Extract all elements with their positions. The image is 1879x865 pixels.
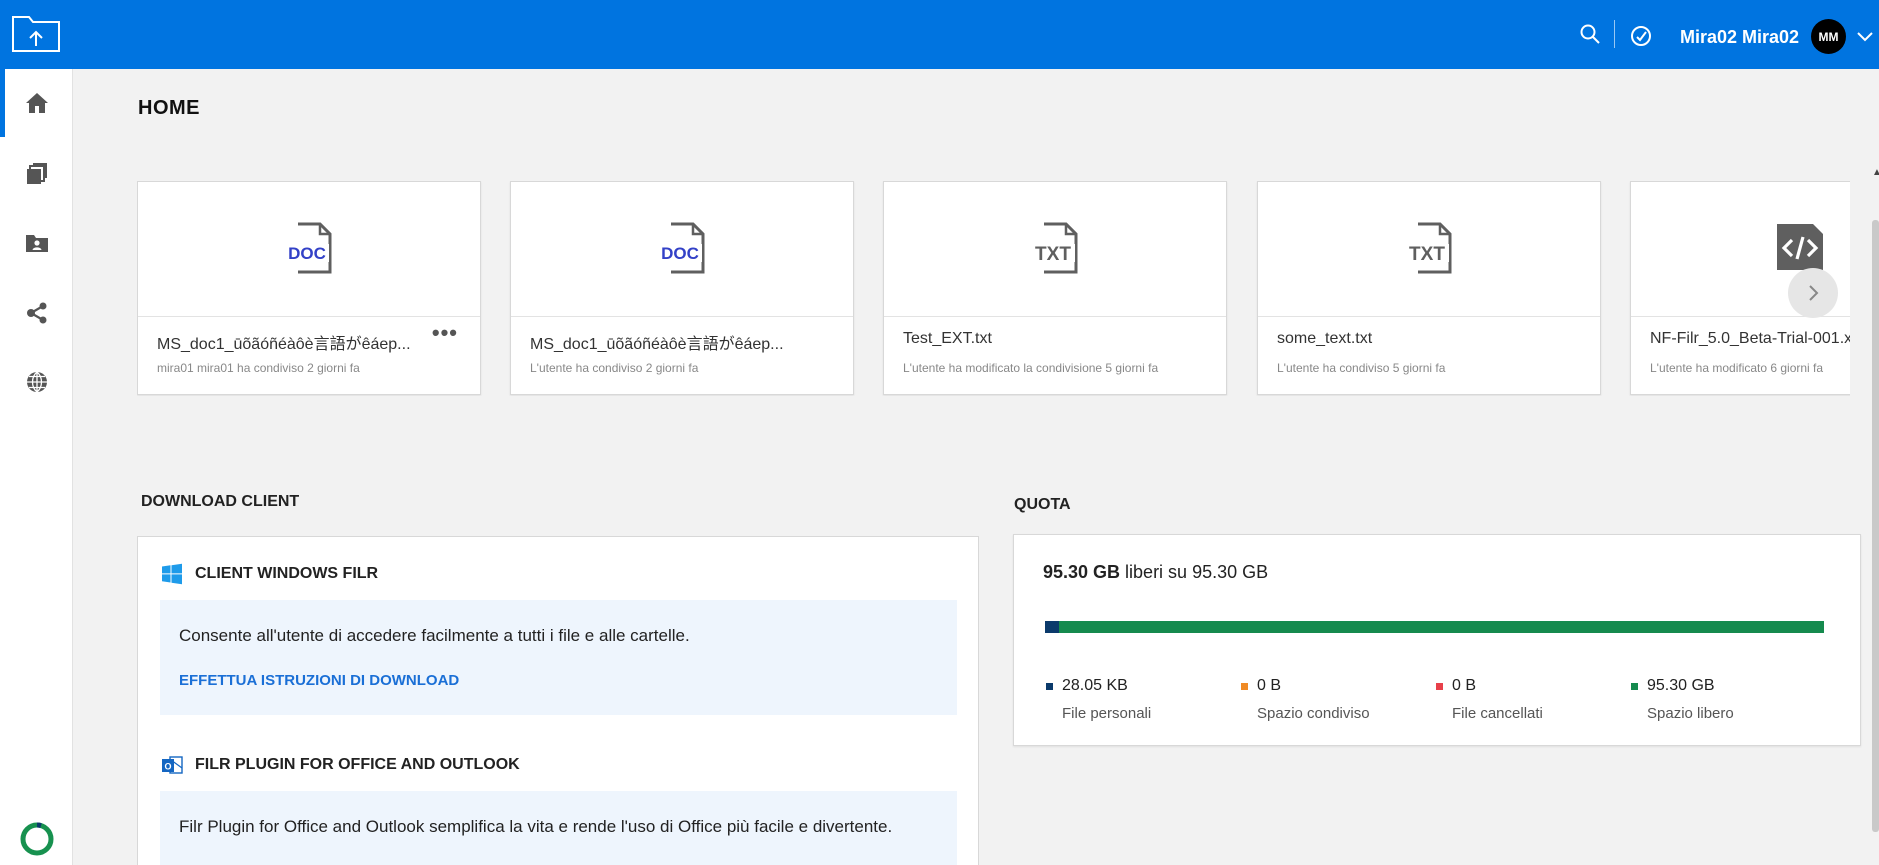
scroll-up-arrow-icon[interactable]: ▲ xyxy=(1872,167,1879,178)
user-name[interactable]: Mira02 Mira02 xyxy=(1680,27,1799,48)
txt-file-icon: TXT xyxy=(1031,222,1078,274)
filr-logo-icon[interactable] xyxy=(11,13,61,53)
legend-label: File personali xyxy=(1062,705,1152,722)
file-thumbnail: TXT xyxy=(884,182,1226,317)
file-meta: L'utente ha modificato la condivisione 5… xyxy=(903,361,1159,375)
file-card[interactable]: TXT Test_EXT.txt L'utente ha modificato … xyxy=(883,181,1227,395)
quota-total-text: liberi su 95.30 GB xyxy=(1120,562,1269,582)
status-ring-icon[interactable] xyxy=(20,822,54,856)
download-client-title: DOWNLOAD CLIENT xyxy=(141,493,300,510)
quota-legend-personal: 28.05 KB File personali xyxy=(1046,677,1151,722)
quota-panel: 95.30 GB liberi su 95.30 GB 28.05 KB Fil… xyxy=(1013,534,1861,746)
legend-label: Spazio condiviso xyxy=(1257,705,1370,722)
legend-swatch xyxy=(1241,682,1248,690)
windows-icon xyxy=(162,563,182,585)
file-name[interactable]: some_text.txt xyxy=(1277,330,1540,348)
file-card[interactable]: TXT some_text.txt L'utente ha condiviso … xyxy=(1257,181,1601,395)
legend-swatch xyxy=(1631,682,1638,690)
globe-icon xyxy=(26,371,47,393)
page-title: HOME xyxy=(138,97,200,119)
sidebar-item-files[interactable] xyxy=(0,143,73,203)
quota-segment-personal xyxy=(1045,621,1060,633)
file-thumbnail: DOC xyxy=(511,182,853,317)
sidebar-item-my-files[interactable] xyxy=(0,213,73,273)
txt-icon-text: TXT xyxy=(1035,244,1071,265)
file-name[interactable]: NF-Filr_5.0_Beta-Trial-001.xml xyxy=(1650,330,1850,348)
legend-value: 28.05 KB xyxy=(1062,677,1128,694)
sidebar-item-net-folders[interactable] xyxy=(0,352,73,412)
recent-files-carousel: DOC MS_doc1_ūõãóñéàôè言語がêáep... ••• mira… xyxy=(137,181,1850,396)
quota-usage-bar xyxy=(1045,621,1824,633)
chevron-right-icon xyxy=(1809,285,1819,301)
doc-icon-text: DOC xyxy=(661,244,699,263)
txt-icon-text: TXT xyxy=(1409,244,1445,265)
file-card[interactable]: DOC MS_doc1_ūõãóñéàôè言語がêáep... L'utente… xyxy=(510,181,854,395)
scrollbar[interactable] xyxy=(1872,220,1879,832)
file-thumbnail: TXT xyxy=(1258,182,1600,317)
carousel-next-button[interactable] xyxy=(1788,268,1838,318)
windows-client-box: Consente all'utente di accedere facilmen… xyxy=(160,600,957,715)
legend-value: 0 B xyxy=(1257,677,1282,694)
legend-value: 0 B xyxy=(1452,677,1477,694)
download-client-panel: CLIENT WINDOWS FILR Consente all'utente … xyxy=(137,536,979,865)
legend-swatch xyxy=(1436,682,1443,690)
file-name[interactable]: Test_EXT.txt xyxy=(903,330,1166,348)
windows-client-description: Consente all'utente di accedere facilmen… xyxy=(179,626,690,645)
doc-file-icon: DOC xyxy=(658,222,705,274)
avatar[interactable]: MM xyxy=(1811,19,1846,54)
office-plugin-heading: O FILR PLUGIN FOR OFFICE AND OUTLOOK xyxy=(161,754,520,776)
quota-legend-shared: 0 B Spazio condiviso xyxy=(1241,677,1370,722)
user-folder-icon xyxy=(25,235,48,252)
quota-title: QUOTA xyxy=(1014,496,1071,513)
windows-client-title: CLIENT WINDOWS FILR xyxy=(195,565,379,582)
office-plugin-title: FILR PLUGIN FOR OFFICE AND OUTLOOK xyxy=(195,756,520,773)
file-card[interactable]: DOC MS_doc1_ūõãóñéàôè言語がêáep... ••• mira… xyxy=(137,181,481,395)
legend-swatch xyxy=(1046,682,1053,690)
doc-icon-text: DOC xyxy=(288,244,326,263)
quota-summary: 95.30 GB liberi su 95.30 GB xyxy=(1043,562,1268,583)
quota-segment-free xyxy=(1059,621,1824,633)
legend-label: File cancellati xyxy=(1452,705,1543,722)
home-icon xyxy=(25,93,48,113)
txt-file-icon: TXT xyxy=(1405,222,1452,274)
file-meta: mira01 mira01 ha condiviso 2 giorni fa xyxy=(157,361,360,375)
topbar-divider xyxy=(1614,20,1615,48)
windows-client-heading: CLIENT WINDOWS FILR xyxy=(161,563,378,585)
legend-label: Spazio libero xyxy=(1647,705,1734,722)
file-name[interactable]: MS_doc1_ūõãóñéàôè言語がêáep... xyxy=(530,330,793,354)
file-name[interactable]: MS_doc1_ūõãóñéàôè言語がêáep... xyxy=(157,330,420,354)
outlook-icon: O xyxy=(162,756,183,774)
file-meta: L'utente ha condiviso 5 giorni fa xyxy=(1277,361,1446,375)
quota-free-amount: 95.30 GB xyxy=(1043,562,1121,582)
doc-file-icon: DOC xyxy=(285,222,332,274)
svg-text:O: O xyxy=(164,762,171,772)
quota-legend-deleted: 0 B File cancellati xyxy=(1436,677,1543,722)
file-meta: L'utente ha condiviso 2 giorni fa xyxy=(530,361,699,375)
file-meta: L'utente ha modificato 6 giorni fa xyxy=(1650,361,1824,375)
legend-value: 95.30 GB xyxy=(1647,677,1715,694)
more-options-button[interactable]: ••• xyxy=(432,322,458,344)
sidebar-item-home[interactable] xyxy=(0,73,73,133)
activity-icon[interactable] xyxy=(1629,24,1653,48)
quota-legend-free: 95.30 GB Spazio libero xyxy=(1631,677,1734,722)
office-plugin-description: Filr Plugin for Office and Outlook sempl… xyxy=(179,817,893,836)
chevron-down-icon[interactable] xyxy=(1856,30,1874,42)
share-icon xyxy=(26,302,46,324)
top-bar: Mira02 Mira02 MM xyxy=(0,0,1879,69)
search-icon[interactable] xyxy=(1578,22,1602,46)
office-plugin-box: Filr Plugin for Office and Outlook sempl… xyxy=(160,791,957,865)
download-instructions-link[interactable]: EFFETTUA ISTRUZIONI DI DOWNLOAD xyxy=(179,672,459,689)
sidebar xyxy=(0,69,73,865)
file-thumbnail: DOC xyxy=(138,182,480,317)
sidebar-item-shared[interactable] xyxy=(0,283,73,343)
files-stack-icon xyxy=(26,163,47,184)
